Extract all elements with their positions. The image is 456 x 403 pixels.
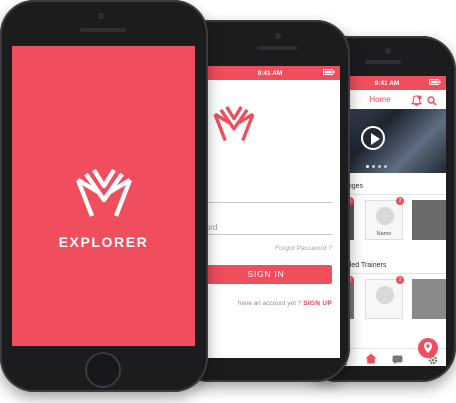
sign-up-link[interactable]: SIGN UP <box>303 300 332 307</box>
trainer-card[interactable] <box>412 279 446 319</box>
speaker <box>365 60 401 64</box>
phone-splash: EXPLORER <box>0 0 208 392</box>
avatar <box>376 286 394 304</box>
camera <box>98 13 104 19</box>
email-field[interactable] <box>200 202 332 203</box>
logo-icon <box>212 104 256 147</box>
speaker <box>257 46 297 50</box>
home-button[interactable] <box>85 352 121 388</box>
status-time: 9:41 AM <box>257 69 283 77</box>
camera <box>275 33 281 39</box>
status-bar: 9:41 AM <box>200 66 340 80</box>
splash-screen: EXPLORER <box>12 46 195 346</box>
sign-in-button[interactable]: SIGN IN <box>200 265 332 284</box>
speaker <box>80 28 126 32</box>
carousel-dots <box>366 165 387 168</box>
signup-prompt: have an account yet ? SIGN UP <box>238 300 332 307</box>
challenge-card[interactable] <box>412 200 446 240</box>
login-screen: 9:41 AM word Forgot Password ? SIGN IN h… <box>200 66 340 358</box>
play-icon[interactable] <box>361 126 385 150</box>
camera <box>385 48 391 54</box>
trainer-card[interactable] <box>365 279 403 319</box>
no-account-text: have an account yet ? <box>237 300 302 307</box>
avatar <box>376 207 394 225</box>
app-name: EXPLORER <box>58 234 149 250</box>
logo-icon <box>74 166 134 223</box>
password-underline <box>200 234 332 235</box>
count-badge: 2 <box>396 197 404 205</box>
home-button <box>258 363 288 377</box>
home-icon[interactable] <box>365 351 377 366</box>
chat-icon[interactable] <box>392 352 403 366</box>
forgot-password-link[interactable]: Forgot Password ? <box>275 245 332 252</box>
location-icon[interactable] <box>418 338 438 358</box>
challenge-card[interactable]: Name <box>365 200 403 240</box>
card-name: Name <box>376 231 392 237</box>
count-badge: 2 <box>396 276 404 284</box>
